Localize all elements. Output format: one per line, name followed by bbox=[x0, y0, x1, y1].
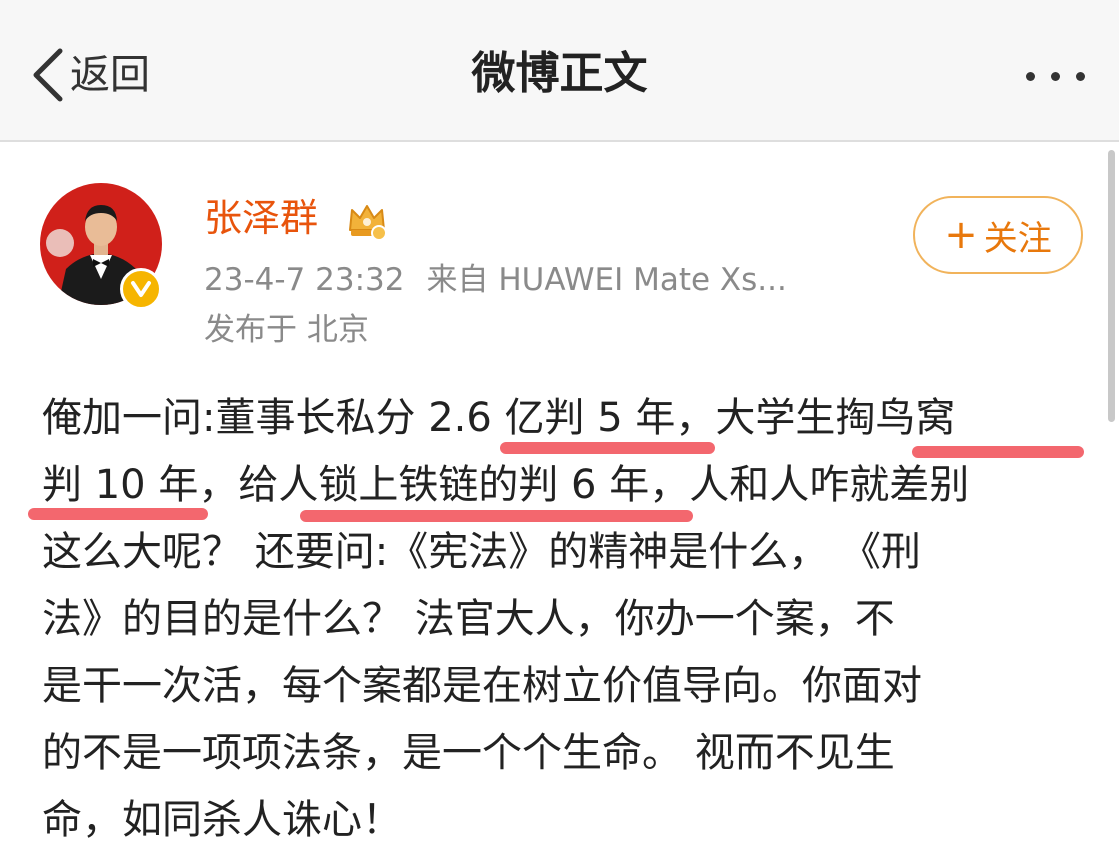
vip-crown-icon bbox=[346, 200, 388, 246]
post-location: 发布于 北京 bbox=[204, 312, 369, 348]
highlight-underline bbox=[912, 446, 1084, 458]
post-text-line: 法》的目的是什么？ 法官大人，你办一个案，不 bbox=[42, 596, 895, 642]
verified-v-icon bbox=[120, 268, 162, 310]
highlight-underline bbox=[300, 510, 693, 522]
highlight-underline bbox=[500, 442, 715, 454]
navigation-bar: 返回 微博正文 bbox=[0, 0, 1119, 142]
post-text-line: 是干一次活，每个案都是在树立价值导向。你面对 bbox=[42, 663, 922, 709]
follow-label: 关注 bbox=[983, 218, 1052, 259]
follow-button[interactable]: + 关注 bbox=[913, 196, 1083, 274]
author-name[interactable]: 张泽群 bbox=[204, 196, 318, 242]
post-source: 来自 HUAWEI Mate Xs... bbox=[426, 262, 787, 298]
more-dots-icon[interactable] bbox=[1020, 66, 1091, 87]
post-text-line: 命，如同杀人诛心！ bbox=[42, 797, 402, 843]
page-title: 微博正文 bbox=[471, 48, 648, 99]
post-text-line: 这么大呢？ 还要问:《宪法》的精神是什么， 《刑 bbox=[42, 529, 921, 575]
scrollbar[interactable] bbox=[1108, 150, 1115, 422]
post-meta: 23-4-7 23:32 来自 HUAWEI Mate Xs... bbox=[204, 262, 787, 299]
post-text-line: 的不是一项项法条，是一个个生命。 视而不见生 bbox=[42, 730, 895, 776]
plus-icon: + bbox=[944, 212, 978, 258]
highlight-underline bbox=[28, 508, 208, 520]
post-time: 23-4-7 23:32 bbox=[204, 262, 405, 298]
